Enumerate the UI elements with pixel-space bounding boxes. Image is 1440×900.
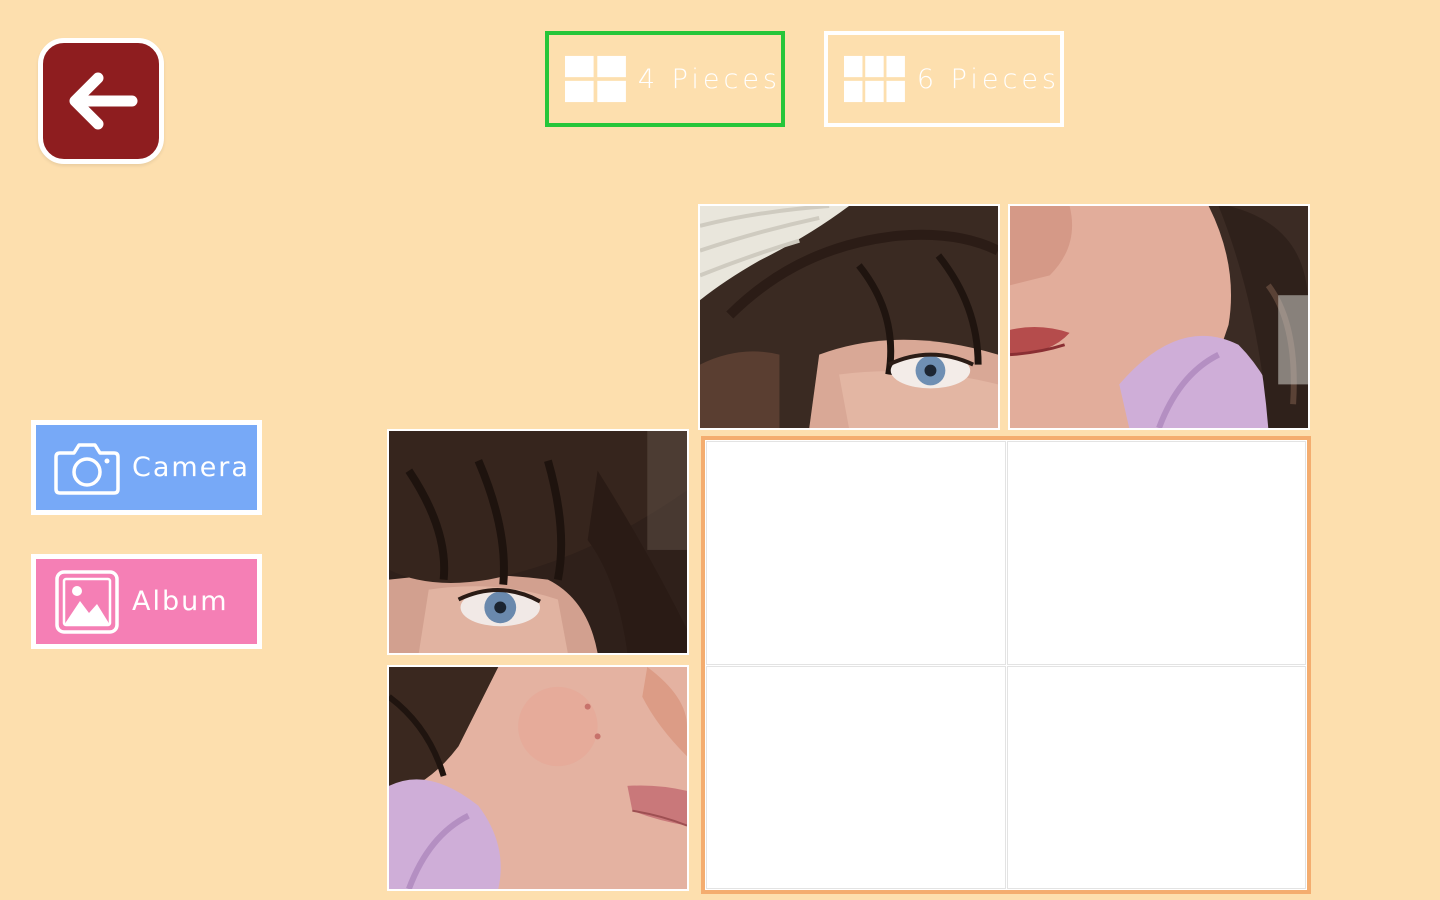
- camera-icon: [54, 442, 120, 495]
- camera-button[interactable]: Camera: [31, 420, 262, 515]
- four-pieces-label: 4 Pieces: [637, 63, 781, 95]
- album-button[interactable]: Album: [31, 554, 262, 649]
- camera-label: Camera: [132, 452, 250, 483]
- image-gallery-icon: [55, 569, 119, 634]
- photo-piece-bangs-eye[interactable]: [387, 429, 689, 655]
- back-button[interactable]: [38, 38, 164, 164]
- puzzle-board: [701, 436, 1311, 894]
- grid-4-icon: [565, 55, 626, 103]
- photo-piece-mouth-cheek[interactable]: [1008, 204, 1310, 430]
- photo-piece-hat-eye[interactable]: [698, 204, 1000, 430]
- board-slot[interactable]: [1006, 441, 1306, 665]
- board-slot[interactable]: [706, 441, 1006, 665]
- arrow-left-icon: [69, 72, 138, 130]
- child-photo-piece: [389, 667, 687, 889]
- child-photo-piece: [1010, 206, 1308, 428]
- grid-6-icon: [844, 55, 905, 103]
- six-pieces-button[interactable]: 6 Pieces: [824, 31, 1064, 127]
- six-pieces-label: 6 Pieces: [916, 63, 1060, 95]
- album-label: Album: [132, 586, 229, 617]
- child-photo-piece: [700, 206, 998, 428]
- board-slot[interactable]: [1006, 665, 1306, 889]
- photo-piece-cheek[interactable]: [387, 665, 689, 891]
- board-slot[interactable]: [706, 665, 1006, 889]
- child-photo-piece: [389, 431, 687, 653]
- four-pieces-button[interactable]: 4 Pieces: [545, 31, 785, 127]
